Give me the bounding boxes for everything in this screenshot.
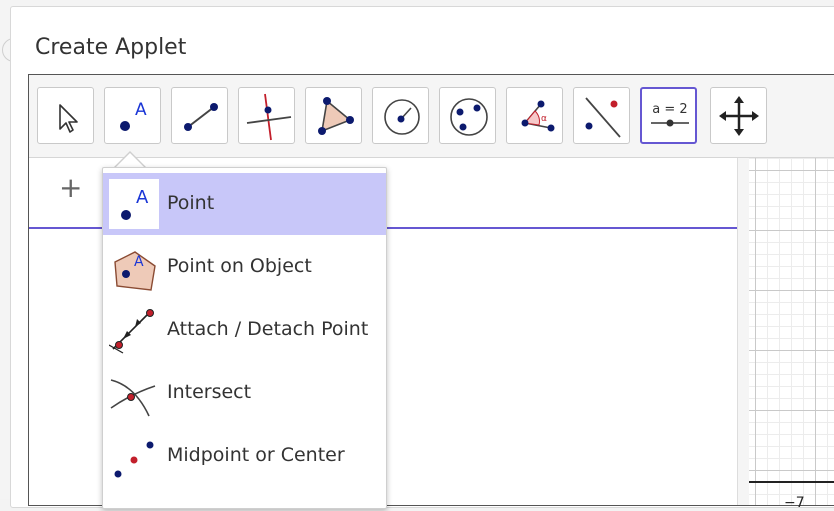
circle-center-icon xyxy=(384,99,420,135)
dropdown-notch xyxy=(115,153,145,168)
midpoint-icon xyxy=(114,441,154,478)
axis-tick-label: −7 xyxy=(784,495,805,511)
menu-item-label: Midpoint or Center xyxy=(167,444,345,466)
point-on-object-icon: A xyxy=(114,251,156,291)
circle-three-points-icon xyxy=(450,98,488,136)
add-input-button[interactable]: + xyxy=(59,171,82,204)
menu-item-intersect[interactable]: Intersect xyxy=(103,362,386,424)
menu-item-label: Intersect xyxy=(167,381,252,403)
slider-icon-label: a = 2 xyxy=(652,102,687,117)
graphics-view[interactable] xyxy=(749,158,834,505)
angle-icon: α xyxy=(521,100,555,132)
menu-item-label: Attach / Detach Point xyxy=(167,318,369,340)
point-icon: A xyxy=(120,100,147,131)
tool-reflect[interactable] xyxy=(573,87,630,144)
reflect-icon xyxy=(585,97,621,138)
perpendicular-line-icon xyxy=(246,93,292,141)
menu-item-midpoint[interactable]: Midpoint or Center xyxy=(103,425,386,487)
arrow-cursor-icon xyxy=(59,104,78,133)
tool-angle[interactable]: α xyxy=(506,87,563,144)
menu-item-label: Point on Object xyxy=(167,255,312,277)
angle-icon-label: α xyxy=(541,114,547,124)
menu-item-point[interactable]: A Point xyxy=(103,173,386,235)
move-view-icon xyxy=(719,96,759,136)
menu-item-attach-detach-point[interactable]: Attach / Detach Point xyxy=(103,299,386,361)
tool-circle-center[interactable] xyxy=(372,87,429,144)
segment-icon xyxy=(184,103,218,131)
tool-polygon[interactable] xyxy=(305,87,362,144)
point-icon-label: A xyxy=(136,187,149,208)
slider-icon: a = 2 xyxy=(651,102,689,127)
dialog-title: Create Applet xyxy=(35,35,187,60)
tool-slider[interactable]: a = 2 xyxy=(640,87,697,144)
tool-point[interactable]: A xyxy=(104,87,161,144)
tool-move-graphics-view[interactable] xyxy=(710,87,767,144)
menu-item-point-on-object[interactable]: A Point on Object xyxy=(103,236,386,298)
polygon-icon xyxy=(318,97,354,135)
tool-perpendicular[interactable] xyxy=(238,87,295,144)
tool-circle-three-points[interactable] xyxy=(439,87,496,144)
point-tools-dropdown: A Point A Point on Object Attach / Detac… xyxy=(102,167,387,509)
menu-item-label: Point xyxy=(167,192,215,214)
x-axis xyxy=(749,481,834,483)
attach-detach-point-icon xyxy=(109,309,154,354)
point-icon: A xyxy=(109,179,159,229)
tool-segment[interactable] xyxy=(171,87,228,144)
toolbar: A α a = 2 xyxy=(29,75,834,158)
tool-move[interactable] xyxy=(37,87,94,144)
point-on-object-icon-label: A xyxy=(134,254,144,270)
point-icon-label: A xyxy=(135,100,147,120)
intersect-icon xyxy=(110,379,156,417)
